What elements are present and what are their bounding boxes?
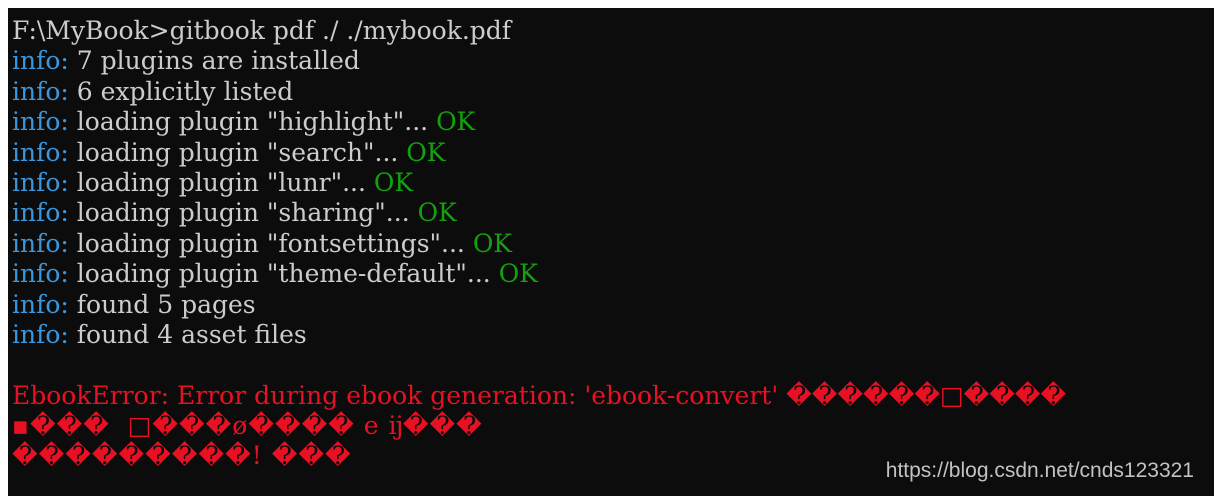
ok-status: OK [472,228,512,258]
info-text: loading plugin "sharing"... [68,198,418,228]
info-label: info: [12,167,69,197]
info-text: 6 explicitly listed [68,76,294,106]
info-label: info: [12,107,69,137]
info-text: loading plugin "lunr"... [68,167,374,197]
info-line-10: info: found 4 asset files [12,320,1214,350]
ok-status: OK [498,259,538,289]
info-line-1: info: 7 plugins are installed [12,46,1214,76]
ok-status: OK [436,107,476,137]
info-label: info: [12,76,69,106]
error-line-2: ▪��� □���ø���� e ĳ��� [12,411,483,441]
info-line-8: info: loading plugin "theme-default"... … [12,259,1214,289]
info-line-4: info: loading plugin "search"... OK [12,138,1214,168]
watermark-url: https://blog.csdn.net/cnds123321 [885,458,1194,482]
ok-status: OK [373,167,414,197]
info-text: loading plugin "highlight"... [68,107,437,137]
info-label: info: [12,259,69,289]
info-line-9: info: found 5 pages [12,290,1214,320]
info-line-2: info: 6 explicitly listed [12,77,1214,107]
info-line-5: info: loading plugin "lunr"... OK [12,168,1214,198]
info-text: loading plugin "fontsettings"... [68,228,473,258]
info-text: 7 plugins are installed [68,46,360,76]
error-line-1: EbookError: Error during ebook generatio… [12,380,1067,410]
info-label: info: [12,198,69,228]
ok-status: OK [417,198,457,228]
info-text: found 5 pages [68,289,256,319]
info-line-7: info: loading plugin "fontsettings"... O… [12,229,1214,259]
info-label: info: [12,137,69,167]
info-line-6: info: loading plugin "sharing"... OK [12,198,1214,228]
info-label: info: [12,228,69,258]
ok-status: OK [406,137,446,167]
info-label: info: [12,289,69,319]
info-label: info: [12,46,69,76]
info-text: found 4 asset files [68,319,307,349]
info-text: loading plugin "search"... [68,137,407,167]
terminal-window: F:\MyBook>gitbook pdf ./ ./mybook.pdf in… [8,8,1214,496]
info-line-3: info: loading plugin "highlight"... OK [12,107,1214,137]
info-label: info: [12,319,69,349]
command-prompt-line: F:\MyBook>gitbook pdf ./ ./mybook.pdf [12,16,512,45]
info-text: loading plugin "theme-default"... [68,259,499,289]
